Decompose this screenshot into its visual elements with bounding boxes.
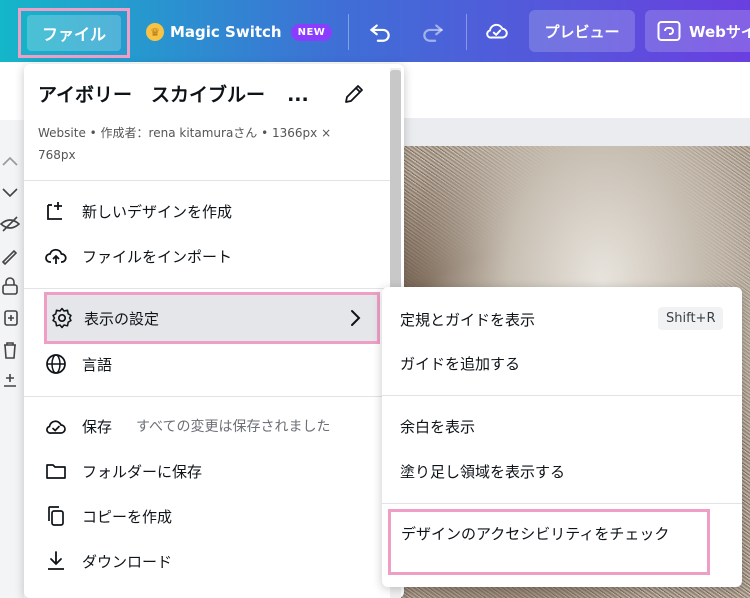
redo-icon[interactable] <box>420 18 446 44</box>
submenu-item-add-guides[interactable]: ガイドを追加する <box>400 353 520 374</box>
trash-icon[interactable] <box>0 340 20 360</box>
file-menu-button[interactable]: ファイル <box>18 8 130 58</box>
new-design-icon <box>47 202 62 220</box>
menu-item-label: 新しいデザインを作成 <box>82 202 233 221</box>
cloud-check-icon <box>46 420 66 434</box>
hide-icon[interactable] <box>0 214 20 234</box>
lock-icon[interactable] <box>0 276 20 296</box>
chevron-up-icon[interactable] <box>0 152 20 172</box>
preview-button[interactable]: プレビュー <box>529 10 635 52</box>
file-menu-label: ファイル <box>41 25 106 44</box>
chevron-right-icon <box>351 310 361 326</box>
chevron-down-icon[interactable] <box>0 182 20 202</box>
edit-icon[interactable] <box>0 246 20 266</box>
folder-icon <box>46 464 66 479</box>
design-meta: Website • 作成者：rena kitamuraさん • 1366px ×… <box>38 126 332 162</box>
menu-divider <box>24 288 390 289</box>
submenu-item-label: 余白を表示 <box>400 418 476 436</box>
menu-item-save-to-folder[interactable]: フォルダーに保存 <box>38 451 390 491</box>
menu-item-make-copy[interactable]: コピーを作成 <box>38 496 390 536</box>
menu-item-label: コピーを作成 <box>82 507 173 526</box>
menu-item-download[interactable]: ダウンロード <box>38 541 390 581</box>
menu-item-language[interactable]: 言語 <box>38 344 390 384</box>
copy-icon <box>48 506 64 526</box>
submenu-divider <box>382 395 742 396</box>
pencil-icon[interactable] <box>342 82 366 106</box>
menu-item-label: ダウンロード <box>82 552 173 571</box>
magic-switch-button[interactable]: ♛ Magic Switch NEW <box>146 20 333 44</box>
left-tool-rail <box>0 120 24 598</box>
new-badge: NEW <box>290 23 333 41</box>
shortcut-badge: Shift+R <box>658 307 724 330</box>
menu-item-label: フォルダーに保存 <box>82 462 203 481</box>
menu-item-save[interactable]: 保存 すべての変更は保存されました <box>38 406 390 446</box>
magic-switch-label: Magic Switch <box>170 23 282 41</box>
gear-icon <box>52 307 72 329</box>
menu-item-label: 言語 <box>82 355 113 374</box>
cloud-upload-icon <box>45 248 67 264</box>
download-icon <box>48 551 64 570</box>
duplicate-icon[interactable] <box>0 308 20 328</box>
design-title: アイボリー スカイブルー... <box>38 80 309 107</box>
submenu-item-show-rulers[interactable]: 定規とガイドを表示 <box>400 309 535 330</box>
website-label: Webサイ <box>689 22 750 41</box>
menu-item-label: ファイルをインポート <box>82 247 233 266</box>
preview-label: プレビュー <box>544 22 620 41</box>
menu-item-view-settings[interactable]: 表示の設定 <box>44 292 380 344</box>
submenu-item-show-bleed[interactable]: 塗り足し領域を表示する <box>400 461 565 482</box>
submenu-divider <box>382 503 742 504</box>
menu-divider <box>24 396 390 397</box>
toolbar-divider <box>466 14 467 50</box>
menu-item-import-file[interactable]: ファイルをインポート <box>38 236 390 276</box>
design-title-ellipsis: ... <box>287 84 309 106</box>
cloud-check-icon[interactable] <box>484 18 510 44</box>
website-icon <box>657 21 681 41</box>
undo-icon[interactable] <box>367 18 393 44</box>
submenu-item-label: 塗り足し領域を表示する <box>400 463 566 481</box>
menu-scrollbar-thumb[interactable] <box>390 70 401 300</box>
submenu-item-label: ガイドを追加する <box>400 355 521 373</box>
menu-item-new-design[interactable]: 新しいデザインを作成 <box>38 191 390 231</box>
view-settings-submenu: 定規とガイドを表示 Shift+R ガイドを追加する 余白を表示 塗り足し領域を… <box>382 287 742 587</box>
website-button[interactable]: Webサイ <box>645 10 750 52</box>
submenu-item-label: 定規とガイドを表示 <box>400 311 536 329</box>
design-title-text: アイボリー スカイブルー <box>38 84 266 106</box>
submenu-item-accessibility-check[interactable]: デザインのアクセシビリティをチェック <box>388 509 710 575</box>
crown-icon: ♛ <box>146 23 164 41</box>
globe-icon <box>46 354 66 374</box>
save-status-text: すべての変更は保存されました <box>136 419 331 435</box>
toolbar-divider <box>348 14 349 50</box>
submenu-item-show-margins[interactable]: 余白を表示 <box>400 416 475 437</box>
file-menu-dropdown: アイボリー スカイブルー... Website • 作成者：rena kitam… <box>24 64 404 598</box>
submenu-item-label: デザインのアクセシビリティをチェック <box>401 525 670 543</box>
menu-item-label: 表示の設定 <box>84 309 160 328</box>
add-page-icon[interactable] <box>0 370 20 390</box>
menu-item-label: 保存 <box>82 417 113 436</box>
menu-divider <box>24 180 390 181</box>
top-toolbar: ファイル ♛ Magic Switch NEW プレビュー Webサイ <box>0 0 750 62</box>
